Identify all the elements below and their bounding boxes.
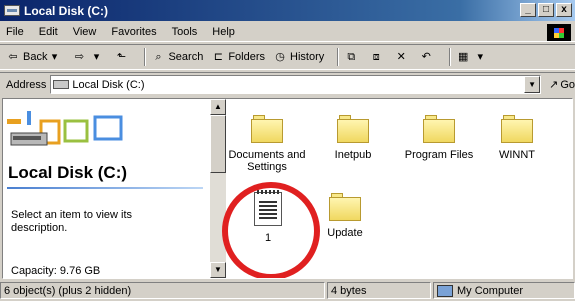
forward-button[interactable]: ⇨ ▾ xyxy=(72,51,106,63)
views-button[interactable]: ▦ ▾ xyxy=(456,51,490,63)
address-value: Local Disk (C:) xyxy=(72,78,145,91)
address-label: Address xyxy=(6,78,47,91)
my-computer-icon xyxy=(437,284,453,297)
back-arrow-icon: ⇦ xyxy=(8,51,18,63)
menu-view[interactable]: View xyxy=(73,26,97,38)
move-to-icon: ⧉ xyxy=(347,51,356,63)
menu-help[interactable]: Help xyxy=(212,26,235,38)
folder-icon xyxy=(423,113,455,143)
windows-logo-icon xyxy=(547,24,571,41)
dropdown-arrow-icon: ▾ xyxy=(93,51,100,63)
search-button[interactable]: ⌕ Search xyxy=(151,51,203,63)
copy-to-icon: ⧈ xyxy=(372,51,380,63)
folder-icon xyxy=(251,113,283,143)
close-button[interactable]: x xyxy=(556,3,572,17)
undo-button[interactable]: ↶ xyxy=(419,51,436,63)
menu-file[interactable]: File xyxy=(6,26,24,38)
copy-to-button[interactable]: ⧈ xyxy=(369,51,386,63)
status-zone-label: My Computer xyxy=(457,284,524,297)
folder-icon xyxy=(337,113,369,143)
drive-banner-icon xyxy=(7,111,123,146)
delete-icon: ✕ xyxy=(396,51,406,63)
minimize-button[interactable]: _ xyxy=(520,3,536,17)
banner-art xyxy=(5,107,205,167)
scroll-up-button[interactable]: ▲ xyxy=(210,99,226,115)
back-button[interactable]: ⇦ Back ▾ xyxy=(6,51,64,63)
file-name: WINNT xyxy=(498,149,536,161)
scroll-down-button[interactable]: ▼ xyxy=(210,262,226,278)
capacity-label: Capacity: 9.76 GB xyxy=(11,265,101,277)
file-name: Documents and Settings xyxy=(228,149,306,173)
file-item-inetpub[interactable]: Inetpub xyxy=(313,113,393,161)
folders-label: Folders xyxy=(228,51,266,63)
window-title: Local Disk (C:) xyxy=(24,3,109,18)
folder-icon xyxy=(329,191,361,221)
toolbar-separator xyxy=(449,48,452,66)
search-icon: ⌕ xyxy=(155,51,162,63)
go-arrow-icon: ↗ xyxy=(549,79,559,91)
highlight-circle xyxy=(222,182,320,278)
delete-button[interactable]: ✕ xyxy=(394,51,411,63)
file-name: Program Files xyxy=(404,149,474,161)
title-bar: Local Disk (C:) _ □ x xyxy=(0,0,575,21)
back-label: Back xyxy=(23,51,48,63)
status-zone: My Computer xyxy=(433,282,575,299)
status-objects: 6 object(s) (plus 2 hidden) xyxy=(0,282,325,299)
dropdown-arrow-icon: ▾ xyxy=(477,51,484,63)
drive-icon xyxy=(53,80,70,89)
history-icon: ◷ xyxy=(275,51,285,63)
address-dropdown-button[interactable]: ▼ xyxy=(524,76,541,93)
file-name: Inetpub xyxy=(334,149,372,161)
menu-favorites[interactable]: Favorites xyxy=(111,26,156,38)
status-size: 4 bytes xyxy=(327,282,431,299)
title-underline xyxy=(7,187,203,189)
toolbar-separator xyxy=(337,48,340,66)
folder-icon xyxy=(501,113,533,143)
file-item-documents-and-settings[interactable]: Documents and Settings xyxy=(227,113,307,173)
undo-icon: ↶ xyxy=(421,51,431,63)
content-area: Local Disk (C:) Select an item to view i… xyxy=(2,98,573,279)
menu-bar: File Edit View Favorites Tools Help xyxy=(0,22,575,42)
up-folder-button[interactable]: ⬑ xyxy=(114,51,131,63)
toolbar: ⇦ Back ▾ ⇨ ▾ ⬑ ⌕ Search ⊏ Folders ◷ Hist… xyxy=(0,44,575,70)
address-field[interactable]: Local Disk (C:) ▼ xyxy=(50,75,542,94)
views-icon: ▦ xyxy=(458,51,469,63)
search-label: Search xyxy=(168,51,204,63)
move-to-button[interactable]: ⧉ xyxy=(344,51,361,63)
dropdown-arrow-icon: ▾ xyxy=(51,51,58,63)
menu-tools[interactable]: Tools xyxy=(172,26,198,38)
folders-button[interactable]: ⊏ Folders xyxy=(211,51,265,63)
file-item-winnt[interactable]: WINNT xyxy=(477,113,557,161)
pane-title: Local Disk (C:) xyxy=(8,163,128,182)
file-item-program-files[interactable]: Program Files xyxy=(399,113,479,161)
scroll-thumb[interactable] xyxy=(210,115,226,173)
vertical-scrollbar[interactable]: ▲ ▼ xyxy=(210,99,226,278)
maximize-button[interactable]: □ xyxy=(538,3,554,17)
history-button[interactable]: ◷ History xyxy=(273,51,324,63)
history-label: History xyxy=(290,51,325,63)
address-bar: Address Local Disk (C:) ▼ ↗ Go xyxy=(0,72,575,96)
web-view-pane: Local Disk (C:) Select an item to view i… xyxy=(3,99,210,278)
folders-icon: ⊏ xyxy=(213,51,223,63)
up-folder-icon: ⬑ xyxy=(116,51,127,63)
forward-arrow-icon: ⇨ xyxy=(74,51,85,63)
go-button[interactable]: ↗ Go xyxy=(549,78,575,92)
status-bar: 6 object(s) (plus 2 hidden) 4 bytes My C… xyxy=(0,280,575,301)
toolbar-separator xyxy=(144,48,147,66)
pane-description: Select an item to view its description. xyxy=(11,209,133,234)
menu-edit[interactable]: Edit xyxy=(39,26,58,38)
drive-icon xyxy=(4,5,20,16)
go-label: Go xyxy=(560,78,575,91)
